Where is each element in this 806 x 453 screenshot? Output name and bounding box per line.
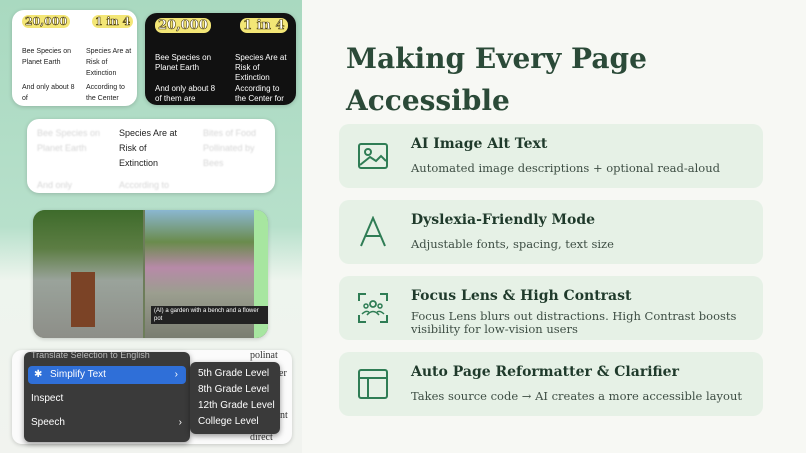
stat-subtext: According to the Center	[86, 84, 125, 102]
feature-title: Auto Page Reformatter & Clarifier	[411, 364, 679, 380]
stat-one-in-four: 1 in 4	[240, 18, 288, 33]
feature-description: Takes source code → AI creates a more ac…	[411, 389, 742, 403]
feature-panel: Making Every Page Accessible AI Image Al…	[302, 0, 806, 453]
menu-item-translate[interactable]: Translate Selection to English	[24, 346, 190, 364]
layout-icon	[358, 369, 388, 399]
feature-title: Dyslexia-Friendly Mode	[411, 212, 596, 228]
stat-subtext: According to the Center for	[235, 84, 284, 103]
stat-label: Bee Species on Planet Earth	[22, 48, 72, 66]
stat-label: Species Are at Risk of Extinction	[235, 53, 287, 82]
chevron-right-icon: ›	[174, 369, 178, 380]
letter-a-icon	[360, 216, 386, 247]
garden-photo	[33, 210, 143, 338]
menu-item-inspect[interactable]: Inspect	[24, 390, 190, 408]
college-level-option[interactable]: College Level	[198, 414, 259, 430]
blurred-text: Bites of Food Pollinated by Bees	[203, 128, 257, 168]
doc-word: polinat	[250, 350, 278, 361]
menu-item-label: Simplify Text	[50, 369, 106, 380]
focus-lens-icon	[358, 293, 388, 323]
stat-label: Bee Species on Planet Earth	[155, 53, 212, 72]
shed-shape	[71, 272, 95, 327]
doc-word: nt	[280, 410, 288, 421]
feature-card-dyslexia: Dyslexia-Friendly Mode Adjustable fonts,…	[339, 200, 763, 264]
feature-title: AI Image Alt Text	[411, 136, 548, 152]
stat-one-in-four: 1 in 4	[92, 15, 134, 28]
context-menu: Translate Selection to English ✱ Simplif…	[24, 350, 190, 442]
feature-description: Automated image descriptions + optional …	[411, 161, 720, 175]
light-stats-card: 20,000 1 in 4 Bee Species on Planet Eart…	[12, 10, 137, 106]
blurred-text: According to	[119, 180, 170, 190]
stat-subtext: And only about 8 of them are	[155, 84, 216, 103]
simplify-submenu: 5th Grade Level 8th Grade Level 12th Gra…	[190, 362, 280, 434]
focus-lens-card: Bee Species on Planet Earth And only Spe…	[27, 119, 275, 193]
alt-text-caption: (AI) a garden with a bench and a flower …	[151, 306, 268, 324]
feature-description: Adjustable fonts, spacing, text size	[411, 237, 614, 251]
menu-item-label: Speech	[31, 417, 65, 428]
menu-item-speech[interactable]: Speech ›	[24, 414, 190, 432]
menu-item-simplify-text[interactable]: ✱ Simplify Text ›	[28, 366, 186, 384]
sparkle-icon: ✱	[34, 369, 43, 380]
feature-description: Focus Lens blurs out distractions. High …	[411, 309, 737, 336]
page-title: Making Every Page Accessible	[346, 42, 647, 117]
alt-text-image-card: (AI) a garden with a bench and a flower …	[33, 210, 268, 338]
image-icon	[358, 143, 388, 169]
feature-card-focus-lens: Focus Lens & High Contrast Focus Lens bl…	[339, 276, 763, 340]
dark-stats-card: 20,000 1 in 4 Bee Species on Planet Eart…	[145, 13, 296, 105]
feature-title: Focus Lens & High Contrast	[411, 288, 632, 304]
stat-bee-species: 20,000	[155, 18, 211, 33]
grade-12-option[interactable]: 12th Grade Level	[198, 398, 275, 414]
screenshots-collage: 20,000 1 in 4 Bee Species on Planet Eart…	[0, 0, 302, 453]
grade-8-option[interactable]: 8th Grade Level	[198, 382, 269, 398]
feature-card-reformatter: Auto Page Reformatter & Clarifier Takes …	[339, 352, 763, 416]
stat-bee-species: 20,000	[22, 15, 71, 28]
chevron-right-icon: ›	[178, 417, 182, 428]
stat-label: Species Are at Risk of Extinction	[86, 48, 132, 77]
grade-5-option[interactable]: 5th Grade Level	[198, 366, 269, 382]
focused-text: Species Are at Risk of Extinction	[119, 128, 178, 168]
stat-subtext: And only about 8 of	[22, 84, 75, 102]
blurred-text: Bee Species on Planet Earth	[37, 128, 101, 153]
feature-card-alt-text: AI Image Alt Text Automated image descri…	[339, 124, 763, 188]
blurred-text: And only	[37, 180, 73, 190]
